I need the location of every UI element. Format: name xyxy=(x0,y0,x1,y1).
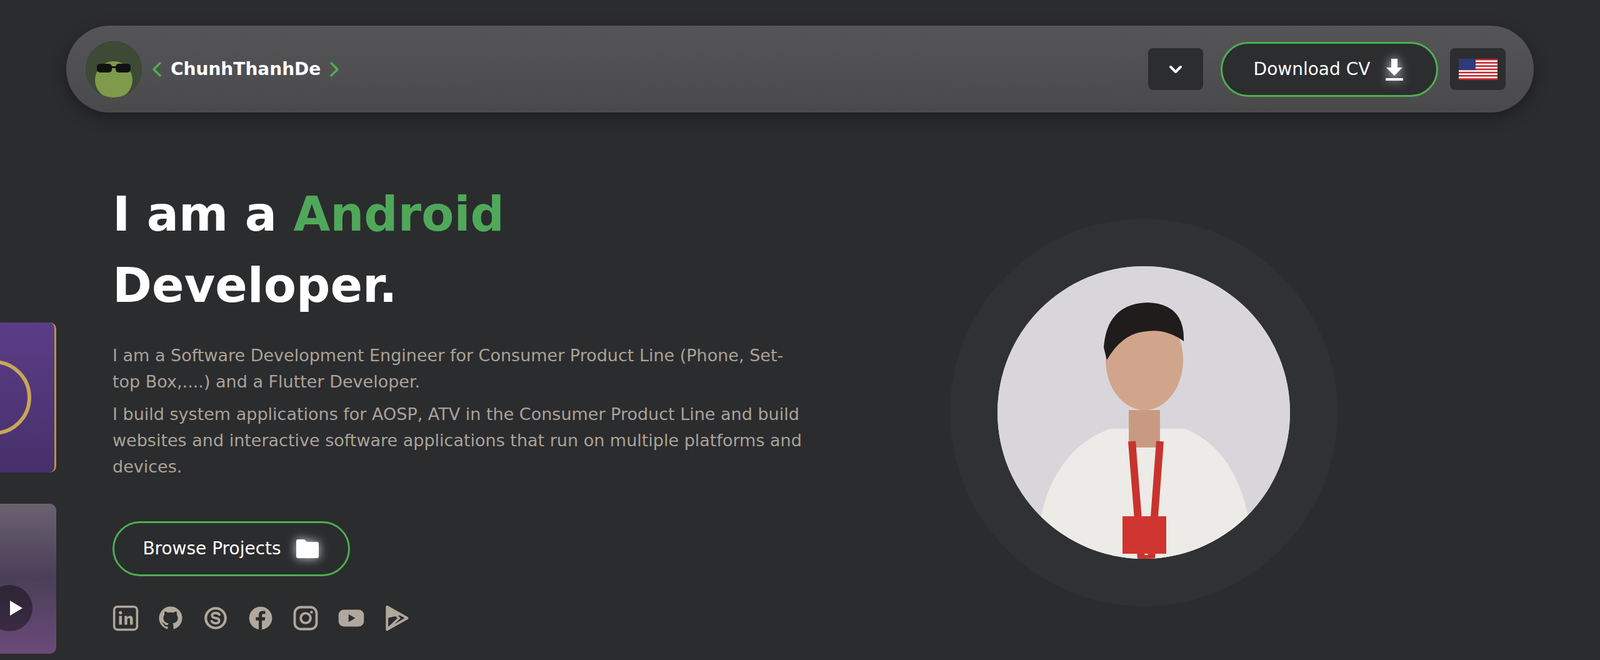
play-icon xyxy=(8,599,25,617)
hero-heading: I am a Android Developer. xyxy=(112,178,807,322)
hero-paragraph: I am a Software Development Engineer for… xyxy=(112,342,807,395)
heading-line-1: I am a Android xyxy=(112,178,807,250)
facebook-icon[interactable] xyxy=(247,605,274,632)
download-cv-button[interactable]: Download CV xyxy=(1220,41,1439,97)
side-media xyxy=(0,322,57,654)
side-media-card[interactable] xyxy=(0,503,57,654)
github-icon[interactable] xyxy=(157,605,184,632)
play-button[interactable] xyxy=(0,585,33,632)
navbar: ChunhThanhDe Download CV xyxy=(66,25,1534,113)
heading-suffix: Developer. xyxy=(112,250,807,322)
profile-ring xyxy=(950,218,1338,607)
heading-prefix: I am a xyxy=(112,186,277,242)
chevron-left-icon xyxy=(150,61,164,78)
chevron-right-icon xyxy=(328,61,341,78)
google-play-icon[interactable] xyxy=(383,605,410,632)
page: ChunhThanhDe Download CV xyxy=(0,0,1600,660)
side-media-card[interactable] xyxy=(0,322,57,473)
profile-photo xyxy=(997,266,1290,559)
avatar[interactable] xyxy=(85,41,142,98)
instagram-icon[interactable] xyxy=(292,605,319,632)
brand[interactable]: ChunhThanhDe xyxy=(150,58,341,81)
download-cv-label: Download CV xyxy=(1253,58,1371,81)
browse-projects-label: Browse Projects xyxy=(142,537,281,560)
hero-paragraph: I build system applications for AOSP, AT… xyxy=(112,401,807,480)
language-button[interactable] xyxy=(1450,48,1506,90)
navbar-wrapper: ChunhThanhDe Download CV xyxy=(0,0,1600,113)
chevron-down-icon xyxy=(1167,63,1184,75)
brand-name[interactable]: ChunhThanhDe xyxy=(170,58,321,81)
browse-projects-button[interactable]: Browse Projects xyxy=(112,521,350,577)
hero-text: I am a Android Developer. I am a Softwar… xyxy=(112,178,807,632)
linkedin-icon[interactable] xyxy=(112,605,139,632)
download-icon xyxy=(1383,57,1405,82)
heading-highlight: Android xyxy=(293,186,504,242)
youtube-icon[interactable] xyxy=(337,605,365,632)
hero-paragraphs: I am a Software Development Engineer for… xyxy=(112,342,807,480)
avatar-frog-icon xyxy=(85,41,142,98)
menu-dropdown-button[interactable] xyxy=(1148,48,1204,90)
skype-icon[interactable] xyxy=(202,605,229,632)
card-ornament xyxy=(0,360,32,435)
us-flag-icon xyxy=(1458,58,1498,80)
profile-person-icon xyxy=(997,266,1290,559)
folder-icon xyxy=(295,538,320,559)
social-links xyxy=(112,605,807,632)
hero: I am a Android Developer. I am a Softwar… xyxy=(0,178,1600,632)
